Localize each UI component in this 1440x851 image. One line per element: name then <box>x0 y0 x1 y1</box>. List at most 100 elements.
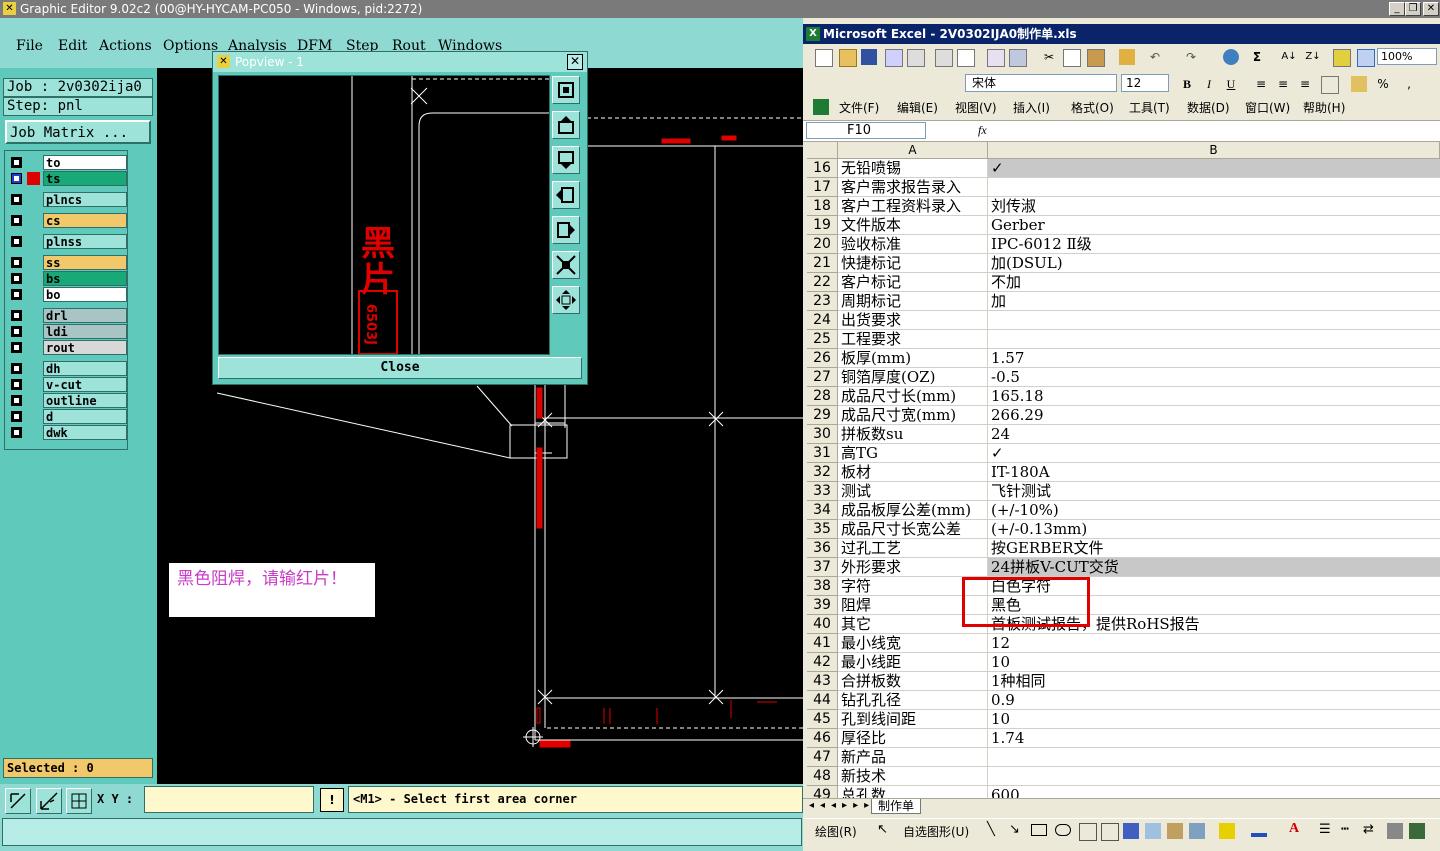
menu-file[interactable]: File <box>16 38 43 54</box>
cell-b[interactable]: -0.5 <box>988 368 1440 387</box>
row-number[interactable]: 23 <box>807 292 838 311</box>
layer-row[interactable]: cs <box>7 213 127 228</box>
cell-b[interactable]: 266.29 <box>988 406 1440 425</box>
menu-edit[interactable]: Edit <box>58 38 87 54</box>
bold-icon[interactable]: B <box>1179 76 1195 92</box>
save-icon[interactable] <box>861 49 877 65</box>
popview-title-bar[interactable]: ✕ Popview - 1 ✕ <box>213 52 587 72</box>
menu-window-cn[interactable]: 窗口(W) <box>1245 99 1290 116</box>
layer-checkbox[interactable] <box>11 363 22 374</box>
layer-checkbox[interactable] <box>11 157 22 168</box>
layer-checkbox[interactable] <box>11 289 22 300</box>
sheet-nav-icon[interactable]: ◂◂◂▸▸▸ <box>809 800 875 811</box>
research-icon[interactable] <box>1009 49 1027 67</box>
layer-checkbox[interactable] <box>11 194 22 205</box>
cell-a[interactable]: 最小线距 <box>838 653 988 672</box>
cell-b[interactable]: (+/-0.13mm) <box>988 520 1440 539</box>
layer-row[interactable]: d <box>7 409 127 424</box>
percent-icon[interactable]: % <box>1375 76 1391 92</box>
layer-checkbox[interactable] <box>11 173 22 184</box>
line-style-icon[interactable]: ☰ <box>1319 822 1331 837</box>
layer-row[interactable]: to <box>7 155 127 170</box>
merge-center-icon[interactable] <box>1321 76 1339 94</box>
row-number[interactable]: 16 <box>807 159 838 178</box>
row-number[interactable]: 29 <box>807 406 838 425</box>
vertical-textbox-icon[interactable] <box>1101 823 1119 841</box>
row-number[interactable]: 39 <box>807 596 838 615</box>
3d-icon[interactable] <box>1409 823 1425 839</box>
row-number[interactable]: 22 <box>807 273 838 292</box>
spreadsheet-grid[interactable]: A B 16 无铅喷锡 ✓ 17 客户需求报告录入 18 客户工程资料录入 刘传淑 19 文件版本… <box>807 142 1440 798</box>
menu-insert-cn[interactable]: 插入(I) <box>1013 99 1050 116</box>
align-left-icon[interactable]: ≡ <box>1253 76 1269 92</box>
row-number[interactable]: 37 <box>807 558 838 577</box>
cell-a[interactable]: 周期标记 <box>838 292 988 311</box>
row-number[interactable]: 42 <box>807 653 838 672</box>
line-icon[interactable]: ╲ <box>987 822 995 837</box>
row-number[interactable]: 48 <box>807 767 838 786</box>
restore-button[interactable]: ❐ <box>1405 2 1421 16</box>
cell-a[interactable]: 合拼板数 <box>838 672 988 691</box>
permission-icon[interactable] <box>885 49 903 67</box>
italic-icon[interactable]: I <box>1201 76 1217 92</box>
select-objects-icon[interactable]: ↖ <box>877 822 888 837</box>
sort-ascending-icon[interactable]: A↓ <box>1281 49 1297 65</box>
sort-descending-icon[interactable]: Z↓ <box>1305 49 1321 65</box>
cell-a[interactable]: 文件版本 <box>838 216 988 235</box>
close-button[interactable]: ✕ <box>1423 2 1439 16</box>
cell-a[interactable]: 成品板厚公差(mm) <box>838 501 988 520</box>
cell-b[interactable]: 1.57 <box>988 349 1440 368</box>
row-number[interactable]: 31 <box>807 444 838 463</box>
cell-b[interactable]: 飞针测试 <box>988 482 1440 501</box>
cell-a[interactable]: 无铅喷锡 <box>838 159 988 178</box>
new-icon[interactable] <box>815 49 833 67</box>
spelling-icon[interactable] <box>987 49 1005 67</box>
row-number[interactable]: 36 <box>807 539 838 558</box>
font-name-select[interactable]: 宋体 <box>965 74 1117 92</box>
layer-row[interactable]: ldi <box>7 324 127 339</box>
fx-icon[interactable]: fx <box>978 123 987 138</box>
layer-checkbox[interactable] <box>11 273 22 284</box>
cell-a[interactable]: 板材 <box>838 463 988 482</box>
cell-b[interactable]: 加 <box>988 292 1440 311</box>
grid-tool-icon[interactable] <box>66 788 92 814</box>
job-matrix-button[interactable]: Job Matrix ... <box>5 120 151 144</box>
layer-checkbox[interactable] <box>11 342 22 353</box>
font-size-select[interactable]: 12 <box>1121 74 1169 92</box>
row-number[interactable]: 28 <box>807 387 838 406</box>
cell-a[interactable]: 快捷标记 <box>838 254 988 273</box>
cell-a[interactable]: 孔到线间距 <box>838 710 988 729</box>
paste-icon[interactable] <box>1087 49 1105 67</box>
cell-a[interactable]: 新技术 <box>838 767 988 786</box>
cell-a[interactable]: 测试 <box>838 482 988 501</box>
sheet-tab[interactable]: 制作单 <box>871 799 922 814</box>
cell-a[interactable]: 过孔工艺 <box>838 539 988 558</box>
cell-b[interactable] <box>988 178 1440 197</box>
cell-b[interactable]: 加(DSUL) <box>988 254 1440 273</box>
underline-icon[interactable]: U <box>1223 76 1239 92</box>
column-header-a[interactable]: A <box>838 142 988 159</box>
alert-icon[interactable]: ! <box>320 788 344 812</box>
drawing-toggle-icon[interactable] <box>1357 49 1375 67</box>
row-number[interactable]: 21 <box>807 254 838 273</box>
zoom-select[interactable]: 100% <box>1377 48 1437 65</box>
popview-canvas[interactable]: 黑片 6503J <box>218 75 550 355</box>
cell-a[interactable]: 成品尺寸长(mm) <box>838 387 988 406</box>
layer-row[interactable]: bs <box>7 271 127 286</box>
workbook-icon[interactable] <box>813 99 829 115</box>
dash-style-icon[interactable]: ┅ <box>1341 822 1349 837</box>
row-number[interactable]: 38 <box>807 577 838 596</box>
menu-format-cn[interactable]: 格式(O) <box>1071 99 1114 116</box>
arrow-style-icon[interactable]: ⇄ <box>1363 822 1374 837</box>
layer-row[interactable]: rout <box>7 340 127 355</box>
layer-row[interactable]: drl <box>7 308 127 323</box>
cell-a[interactable]: 出货要求 <box>838 311 988 330</box>
menu-actions[interactable]: Actions <box>99 38 152 54</box>
menu-view-cn[interactable]: 视图(V) <box>955 99 997 116</box>
popview-pan-right-icon[interactable] <box>552 216 580 244</box>
align-center-icon[interactable]: ≡ <box>1275 76 1291 92</box>
diagram-icon[interactable] <box>1145 823 1161 839</box>
layer-row[interactable]: dwk <box>7 425 127 440</box>
row-number[interactable]: 25 <box>807 330 838 349</box>
email-icon[interactable] <box>907 49 925 67</box>
